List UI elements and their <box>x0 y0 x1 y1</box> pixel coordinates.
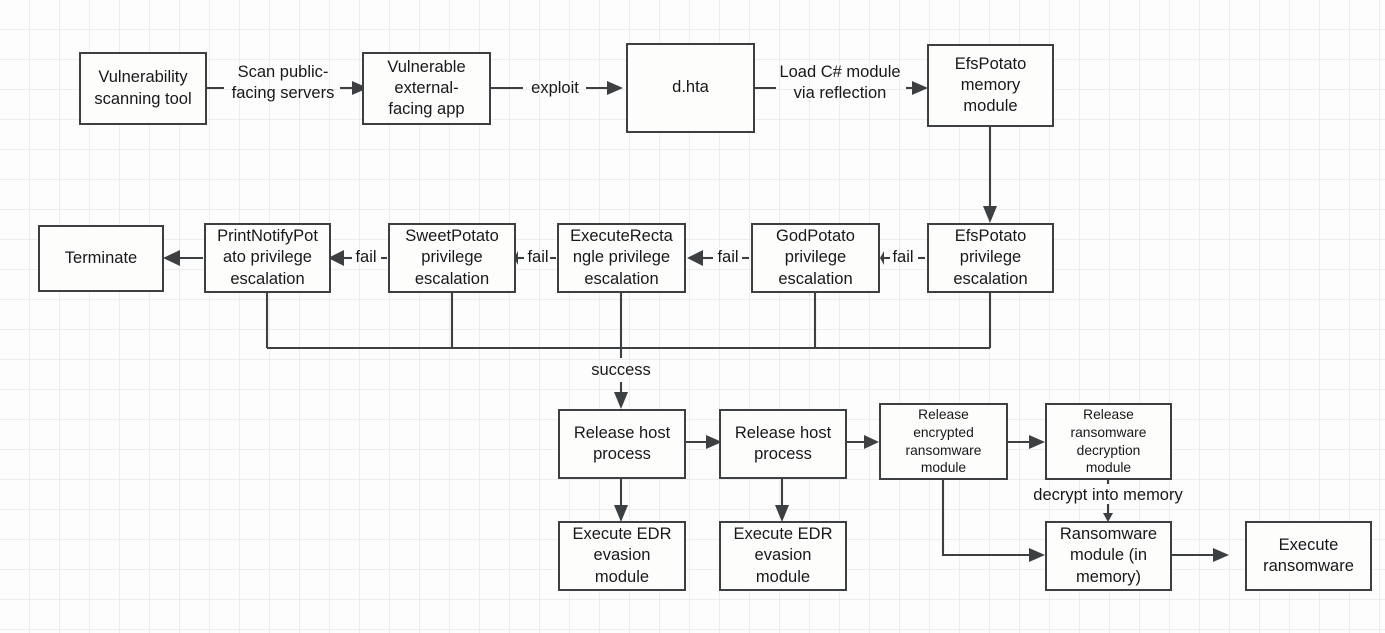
edge-label-decrypt-into-memory: decrypt into memory <box>1033 486 1183 504</box>
edge-label-scan-public-facing-servers: Scan public- facing servers <box>231 63 335 103</box>
node-godpotato-privilege-escalation[interactable]: GodPotato privilege escalation <box>751 223 880 293</box>
edge-label-exploit: exploit <box>531 79 579 97</box>
node-executerectangle-privilege-escalation[interactable]: ExecuteRecta ngle privilege escalation <box>557 223 686 293</box>
edge-label-fail-executerectangle: fail <box>527 248 549 266</box>
node-label: Ransomware module (in memory) <box>1059 525 1158 586</box>
node-release-host-process-2[interactable]: Release host process <box>719 409 847 479</box>
node-label: EfsPotato privilege escalation <box>953 227 1028 288</box>
node-label: Release host process <box>573 423 671 463</box>
node-printnotifypotato-privilege-escalation[interactable]: PrintNotifyPot ato privilege escalation <box>204 223 331 293</box>
node-execute-edr-evasion-module-2[interactable]: Execute EDR evasion module <box>719 521 847 591</box>
node-label: Execute EDR evasion module <box>733 525 833 586</box>
edge-label-fail-sweetpotato: fail <box>355 248 377 266</box>
node-release-ransomware-decryption-module[interactable]: Release ransomware decryption module <box>1045 403 1172 480</box>
edge-label-success: success <box>591 361 651 379</box>
node-execute-edr-evasion-module-1[interactable]: Execute EDR evasion module <box>558 521 686 591</box>
node-label: Release host process <box>734 423 832 463</box>
node-sweetpotato-privilege-escalation[interactable]: SweetPotato privilege escalation <box>388 223 516 293</box>
node-efspotato-memory-module[interactable]: EfsPotato memory module <box>927 44 1054 127</box>
node-d-hta[interactable]: d.hta <box>626 43 755 133</box>
node-label: Release encrypted ransomware module <box>905 407 982 476</box>
edge-label-fail-efspotato: fail <box>892 248 914 266</box>
edge-label-load-csharp-module-via-reflection: Load C# module via reflection <box>779 63 901 103</box>
node-label: GodPotato privilege escalation <box>776 227 855 288</box>
node-release-host-process-1[interactable]: Release host process <box>558 409 686 479</box>
node-release-encrypted-ransomware-module[interactable]: Release encrypted ransomware module <box>879 403 1008 480</box>
node-vulnerability-scanning-tool[interactable]: Vulnerability scanning tool <box>79 52 207 125</box>
node-vulnerable-external-facing-app[interactable]: Vulnerable external- facing app <box>362 52 491 125</box>
node-label: ExecuteRecta ngle privilege escalation <box>570 227 673 288</box>
node-label: Execute EDR evasion module <box>572 525 672 586</box>
node-label: EfsPotato memory module <box>954 54 1027 116</box>
node-label: PrintNotifyPot ato privilege escalation <box>217 227 318 288</box>
node-label: Release ransomware decryption module <box>1070 407 1147 476</box>
flowchart-canvas: Vulnerability scanning tool Vulnerable e… <box>0 0 1385 633</box>
node-ransomware-module-in-memory[interactable]: Ransomware module (in memory) <box>1045 521 1172 591</box>
node-label: Execute ransomware <box>1263 535 1354 575</box>
node-terminate[interactable]: Terminate <box>38 225 164 292</box>
node-label: Terminate <box>64 248 138 267</box>
node-efspotato-privilege-escalation[interactable]: EfsPotato privilege escalation <box>927 223 1054 293</box>
node-label: d.hta <box>672 78 709 97</box>
edge-label-fail-godpotato: fail <box>717 248 739 266</box>
node-label: SweetPotato privilege escalation <box>405 227 499 288</box>
node-label: Vulnerability scanning tool <box>94 68 192 108</box>
node-label: Vulnerable external- facing app <box>387 57 466 119</box>
node-execute-ransomware[interactable]: Execute ransomware <box>1245 521 1372 591</box>
